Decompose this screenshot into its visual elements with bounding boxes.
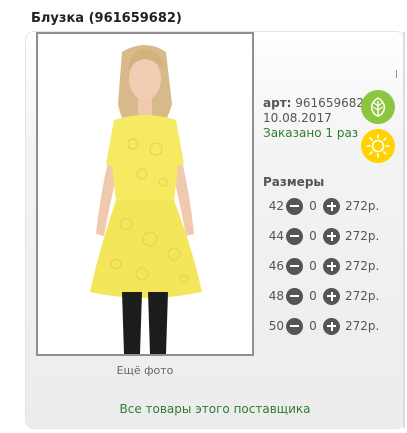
size-row: 50 0 272р. xyxy=(263,316,379,336)
product-title: Блузка (961659682) xyxy=(31,11,182,26)
size-row: 44 0 272р. xyxy=(263,226,379,246)
minus-circle-icon[interactable] xyxy=(286,227,303,245)
size-label: 44 xyxy=(268,229,284,243)
plus-circle-icon[interactable] xyxy=(323,227,340,245)
product-date: 10.08.2017 xyxy=(263,111,332,125)
size-price: 272р. xyxy=(345,229,380,243)
size-label: 48 xyxy=(268,289,284,303)
sun-icon xyxy=(361,129,395,163)
size-quantity: 0 xyxy=(309,199,317,213)
minus-circle-icon[interactable] xyxy=(286,257,303,275)
edge-mark xyxy=(396,70,397,78)
size-price: 272р. xyxy=(345,259,380,273)
size-label: 46 xyxy=(268,259,284,273)
size-quantity: 0 xyxy=(309,229,317,243)
ordered-count: Заказано 1 раз xyxy=(263,126,359,140)
plus-circle-icon[interactable] xyxy=(323,317,340,335)
size-price: 272р. xyxy=(345,319,380,333)
sizes-heading: Размеры xyxy=(263,175,325,189)
size-label: 42 xyxy=(268,199,284,213)
product-photo-illustration xyxy=(38,34,252,354)
size-row: 48 0 272р. xyxy=(263,286,379,306)
more-photos-link[interactable]: Ещё фото xyxy=(36,364,254,377)
product-info: арт: 961659682 10.08.2017 Заказано 1 раз xyxy=(263,96,364,141)
size-price: 272р. xyxy=(345,289,380,303)
size-quantity: 0 xyxy=(309,319,317,333)
product-photo[interactable] xyxy=(36,32,254,356)
art-number: 961659682 xyxy=(295,96,364,110)
minus-circle-icon[interactable] xyxy=(286,197,303,215)
plus-circle-icon[interactable] xyxy=(323,257,340,275)
supplier-products-link[interactable]: Все товары этого поставщика xyxy=(26,402,404,416)
leaf-icon xyxy=(361,90,395,124)
minus-circle-icon[interactable] xyxy=(286,287,303,305)
size-row: 42 0 272р. xyxy=(263,196,379,216)
plus-circle-icon[interactable] xyxy=(323,287,340,305)
art-label: арт: xyxy=(263,96,292,110)
size-label: 50 xyxy=(268,319,284,333)
size-row: 46 0 272р. xyxy=(263,256,379,276)
size-quantity: 0 xyxy=(309,259,317,273)
plus-circle-icon[interactable] xyxy=(323,197,340,215)
card-right-edge xyxy=(403,32,405,428)
size-quantity: 0 xyxy=(309,289,317,303)
size-price: 272р. xyxy=(345,199,380,213)
minus-circle-icon[interactable] xyxy=(286,317,303,335)
